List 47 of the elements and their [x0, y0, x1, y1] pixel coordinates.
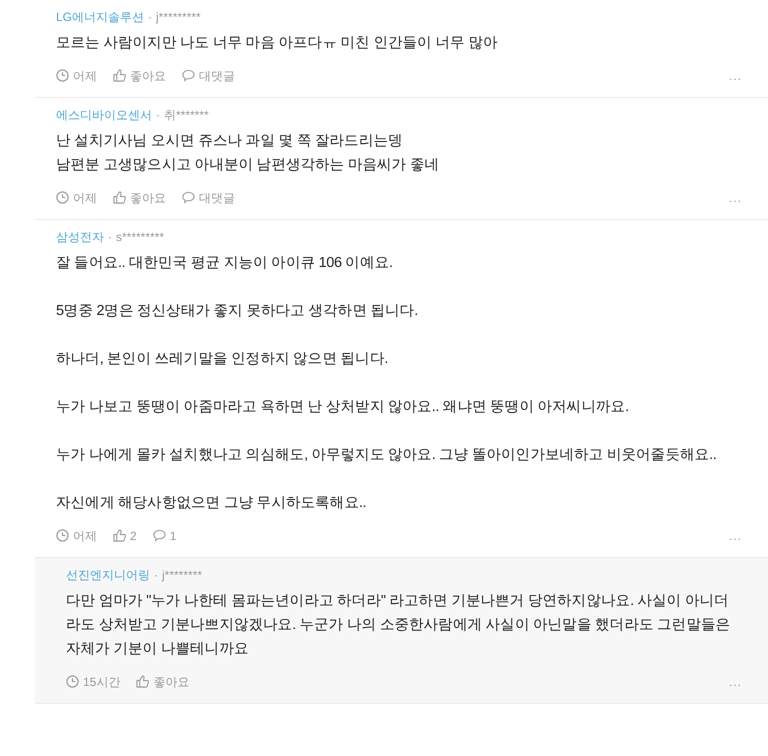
separator-dot: ·: [108, 230, 112, 244]
clock-icon: [56, 69, 69, 82]
user-id: s*********: [116, 230, 164, 244]
speech-bubble-icon: [182, 69, 195, 82]
timestamp: 어제: [73, 529, 97, 543]
speech-bubble-icon: [152, 529, 166, 542]
company-name[interactable]: 에스디바이오센서: [56, 108, 152, 122]
comment-text: 난 설치기사님 오시면 쥬스나 과일 몇 쪽 잘라드리는뎅 남편분 고생많으시고 아내분이 남편생각하는 마음씨가 좋네: [56, 132, 440, 175]
clock-icon: [66, 675, 79, 688]
like-button[interactable]: 좋아요: [113, 67, 166, 85]
reply-button[interactable]: 1: [152, 527, 176, 545]
comment-text: 자신에게 해당사항없으면 그냥 무시하도록해요..: [56, 494, 368, 513]
more-button[interactable]: ...: [728, 527, 742, 545]
clock-icon: [56, 191, 69, 204]
company-name[interactable]: LG에너지솔루션: [56, 10, 144, 24]
timestamp: 어제: [73, 191, 97, 205]
company-name[interactable]: 삼성전자: [56, 230, 104, 244]
more-button[interactable]: ...: [728, 673, 742, 691]
thumbs-up-icon: [113, 191, 126, 204]
user-id: 취*******: [164, 108, 209, 122]
timestamp: 어제: [73, 69, 97, 83]
comment-text: 5명중 2명은 정신상태가 좋지 못하다고 생각하면 됩니다.: [56, 302, 419, 321]
separator-dot: ·: [148, 10, 152, 24]
reply-button[interactable]: 대댓글: [182, 189, 235, 207]
more-button[interactable]: ...: [728, 67, 742, 85]
comment-text: 누가 나보고 뚱땡이 아줌마라고 욕하면 난 상처받지 않아요.. 왜냐면 뚱땡이 아저씨니까요.: [56, 398, 630, 417]
like-button[interactable]: 좋아요: [113, 189, 166, 207]
like-button[interactable]: 2: [113, 527, 137, 545]
separator-dot: ·: [156, 108, 160, 122]
thumbs-up-icon: [136, 675, 150, 688]
comment-text: 모르는 사람이지만 나도 너무 마음 아프다ㅠ 미친 인간들이 너무 많아: [56, 34, 498, 53]
speech-bubble-icon: [182, 191, 195, 204]
comment-text: 잘 들어요.. 대한민국 평균 지능이 아이큐 106 이예요.: [56, 254, 394, 273]
clock-icon: [56, 529, 69, 542]
more-button[interactable]: ...: [728, 189, 742, 207]
user-id: j*********: [156, 10, 201, 24]
separator-dot: ·: [154, 568, 158, 582]
comment-text: 하나더, 본인이 쓰레기말을 인정하지 않으면 됩니다.: [56, 350, 390, 369]
comment-text: 다만 엄마가 "누가 나한테 몸파는년이라고 하더라" 라고하면 기분나쁜거 당연하지않나요. 사실이 아니더 라도 상처받고 기분나쁘지않겠나요. 누군가 나의 소중한사람에게 사실이 아닌말을 했더라도 그런말들은 자체가 기분이 나쁠테니까요: [66, 592, 732, 659]
like-button[interactable]: 좋아요: [136, 673, 190, 691]
reply-button[interactable]: 대댓글: [182, 67, 235, 85]
thumbs-up-icon: [113, 69, 126, 82]
timestamp: 15시간: [83, 675, 120, 689]
company-name[interactable]: 선진엔지니어링: [66, 568, 150, 582]
user-id: j********: [162, 568, 202, 582]
thumbs-up-icon: [113, 529, 126, 542]
comment-text: 누가 나에게 몰카 설치했나고 의심해도, 아무렇지도 않아요. 그냥 똘아이인가보네하고 비웃어줄듯해요..: [56, 446, 718, 465]
